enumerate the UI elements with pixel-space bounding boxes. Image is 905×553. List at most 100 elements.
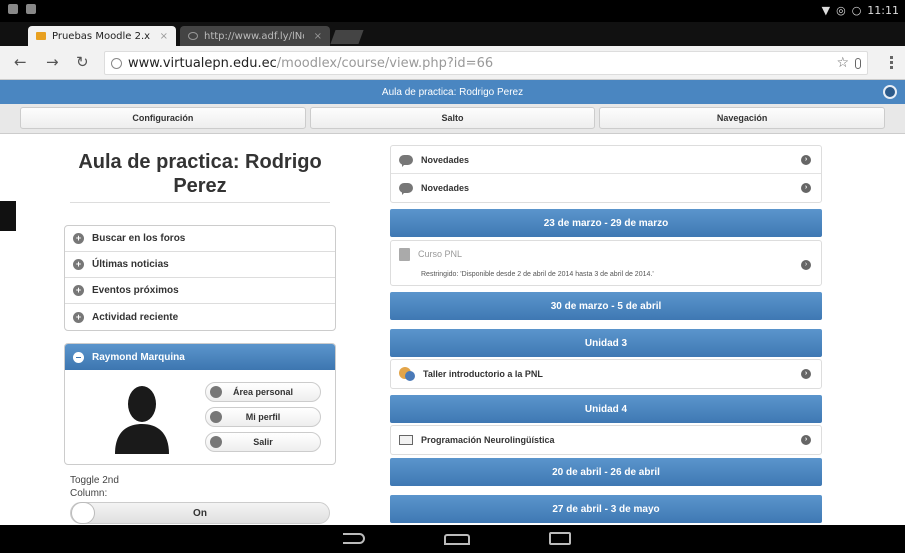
toggle-label: Toggle 2nd Column:	[70, 475, 119, 499]
browser-tab-strip: Pruebas Moodle 2.x × http://www.adf.ly/l…	[0, 22, 905, 46]
screen: ▼ ◎ ○ 11:11 Pruebas Moodle 2.x × http://…	[0, 0, 905, 553]
tab-label: Pruebas Moodle 2.x	[52, 30, 151, 42]
block-eventos-proximos[interactable]: + Eventos próximos	[65, 278, 335, 304]
mi-perfil-button[interactable]: Mi perfil	[205, 407, 321, 427]
forum-novedades[interactable]: Novedades ›	[391, 146, 821, 174]
browser-menu-icon[interactable]	[890, 56, 893, 69]
button-label: Mi perfil	[245, 412, 281, 422]
url-path: /moodlex/course/view.php?id=66	[276, 55, 494, 71]
home-icon[interactable]	[444, 534, 470, 545]
expand-icon: +	[73, 311, 84, 323]
home-icon	[210, 386, 222, 398]
address-bar-row: ← → ↻ www.virtualepn.edu.ec /moodlex/cou…	[0, 46, 905, 80]
area-personal-button[interactable]: Área personal	[205, 382, 321, 402]
block-label: Últimas noticias	[92, 259, 169, 270]
section-header[interactable]: Unidad 3	[390, 329, 822, 357]
toggle-2nd-column[interactable]: On	[70, 502, 330, 524]
document-icon	[399, 247, 410, 261]
bookmark-star-icon[interactable]: ☆	[836, 55, 849, 71]
block-label: Buscar en los foros	[92, 233, 186, 244]
alarm-icon: ◎	[836, 4, 846, 17]
header-title: Aula de practica: Rodrigo Perez	[381, 86, 524, 98]
back-arrow-icon[interactable]: ←	[14, 53, 27, 71]
section-header[interactable]: 20 de abril - 26 de abril	[390, 458, 822, 486]
clock: 11:11	[867, 4, 899, 17]
user-block: Raymond Marquina Área personal Mi perfil…	[64, 343, 336, 465]
close-tab-icon[interactable]: ×	[160, 31, 168, 42]
activity-row: Taller introductorio a la PNL ›	[391, 360, 821, 388]
activity-row: Curso PNL	[391, 241, 821, 267]
notification-icon	[8, 4, 18, 14]
chevron-right-icon[interactable]: ›	[801, 260, 811, 270]
chevron-right-icon[interactable]: ›	[801, 435, 811, 445]
toggle-value: On	[193, 507, 207, 519]
moodle-nav-row: Configuración Salto Navegación	[0, 104, 905, 134]
salir-button[interactable]: Salir	[205, 432, 321, 452]
url-host: www.virtualepn.edu.ec	[128, 55, 277, 71]
toggle-knob[interactable]	[71, 502, 95, 524]
chevron-right-icon[interactable]: ›	[801, 183, 811, 193]
tab-adfly[interactable]: http://www.adf.ly/lNq8q.n ×	[180, 26, 330, 46]
expand-icon: +	[73, 285, 84, 296]
block-actividad-reciente[interactable]: + Actividad reciente	[65, 304, 335, 330]
block-list: + Buscar en los foros + Últimas noticias…	[64, 225, 336, 331]
chevron-right-icon[interactable]: ›	[801, 154, 811, 165]
section-header[interactable]: 27 de abril - 3 de mayo	[390, 495, 822, 523]
android-status-bar: ▼ ◎ ○ 11:11	[0, 0, 905, 22]
back-icon[interactable]	[343, 533, 365, 544]
side-handle	[0, 201, 16, 231]
course-title: Aula de practica: Rodrigo Perez	[78, 151, 322, 197]
participants-icon	[399, 367, 415, 381]
close-tab-icon[interactable]: ×	[314, 31, 322, 42]
avatar	[115, 386, 169, 454]
tab-pruebas-moodle[interactable]: Pruebas Moodle 2.x ×	[28, 26, 176, 46]
activity-label: Programación Neurolingüística	[421, 435, 555, 445]
reload-icon[interactable]: ↻	[76, 53, 89, 71]
forum-icon	[399, 183, 413, 195]
tab-label: http://www.adf.ly/lNq8q.n	[204, 30, 304, 42]
notification-icon	[26, 4, 36, 14]
activity-curso-pnl[interactable]: Curso PNL Restringido: 'Disponible desde…	[390, 240, 822, 286]
expand-icon: +	[73, 233, 84, 244]
forward-arrow-icon[interactable]: →	[46, 53, 59, 71]
news-box: Novedades › Novedades ›	[390, 145, 822, 203]
user-name: Raymond Marquina	[92, 351, 185, 363]
globe-icon	[111, 57, 122, 69]
chevron-right-icon[interactable]: ›	[801, 369, 811, 379]
section-header[interactable]: 30 de marzo - 5 de abril	[390, 292, 822, 320]
activity-label: Curso PNL	[418, 249, 463, 259]
activity-taller[interactable]: Taller introductorio a la PNL ›	[390, 359, 822, 389]
activity-programacion[interactable]: Programación Neurolingüística ›	[390, 425, 822, 455]
salto-button[interactable]: Salto	[309, 107, 596, 129]
new-tab-button[interactable]	[330, 30, 364, 44]
settings-icon[interactable]	[883, 85, 897, 99]
page-icon	[399, 435, 413, 445]
block-buscar-foros[interactable]: + Buscar en los foros	[65, 226, 335, 252]
configuracion-button[interactable]: Configuración	[20, 107, 306, 129]
activity-label: Novedades	[421, 154, 470, 165]
page-favicon-icon	[188, 32, 198, 40]
moodle-favicon-icon	[36, 32, 46, 40]
moodle-header: Aula de practica: Rodrigo Perez	[0, 80, 905, 104]
section-header[interactable]: Unidad 4	[390, 395, 822, 423]
info-icon	[210, 411, 222, 423]
navegacion-button[interactable]: Navegación	[599, 107, 886, 129]
url-field[interactable]: www.virtualepn.edu.ec /moodlex/course/vi…	[104, 51, 868, 75]
battery-icon: ○	[851, 4, 862, 17]
section-header[interactable]: 23 de marzo - 29 de marzo	[390, 209, 822, 237]
divider	[70, 202, 330, 203]
forum-icon	[399, 154, 413, 167]
activity-label: Taller introductorio a la PNL	[423, 369, 543, 379]
forum-novedades[interactable]: Novedades ›	[391, 174, 821, 202]
recent-apps-icon[interactable]	[549, 532, 571, 545]
button-label: Salir	[253, 437, 273, 447]
block-ultimas-noticias[interactable]: + Últimas noticias	[65, 252, 335, 278]
user-block-header[interactable]: Raymond Marquina	[65, 344, 335, 370]
wifi-icon: ▼	[821, 4, 831, 17]
activity-label: Novedades	[421, 183, 470, 193]
activity-row: Programación Neurolingüística ›	[391, 426, 821, 454]
button-label: Área personal	[232, 387, 294, 397]
block-label: Eventos próximos	[92, 285, 179, 296]
collapse-icon	[73, 351, 84, 363]
microphone-icon[interactable]	[855, 57, 861, 69]
